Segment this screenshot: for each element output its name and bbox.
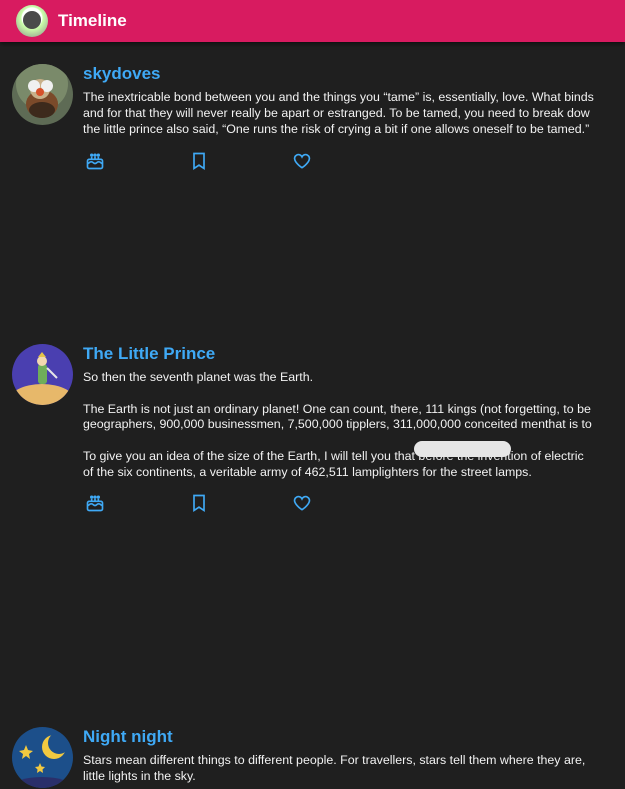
cake-icon: [86, 495, 104, 512]
post-actions: [83, 491, 383, 515]
cake-button[interactable]: [83, 149, 107, 173]
post-author[interactable]: Night night: [83, 727, 625, 747]
post-paragraph: To give you an idea of the size of the E…: [83, 448, 584, 479]
floating-action-pill[interactable]: [414, 441, 511, 457]
profile-avatar[interactable]: [16, 5, 48, 37]
post-body: Stars mean different things to different…: [83, 753, 625, 785]
timeline-feed: skydoves The inextricable bond between y…: [0, 42, 625, 788]
post-actions: [83, 149, 383, 173]
author-avatar[interactable]: [12, 64, 73, 125]
author-avatar[interactable]: [12, 727, 73, 788]
page-title: Timeline: [58, 11, 127, 30]
cake-button[interactable]: [83, 491, 107, 515]
little-prince-avatar-icon: [12, 344, 73, 405]
post-card[interactable]: Night night Stars mean different things …: [0, 726, 625, 789]
post-author[interactable]: The Little Prince: [83, 344, 625, 364]
post-content: The Little Prince So then the seventh pl…: [83, 344, 625, 481]
post-body: So then the seventh planet was the Earth…: [83, 370, 625, 481]
author-avatar[interactable]: [12, 344, 73, 405]
post-paragraph: Stars mean different things to different…: [83, 753, 586, 783]
bookmark-button[interactable]: [187, 149, 211, 173]
post-paragraph: The Earth is not just an ordinary planet…: [83, 401, 592, 432]
heart-icon: [293, 153, 311, 169]
cake-icon: [86, 153, 104, 170]
bookmark-icon: [193, 152, 205, 171]
top-app-bar: Timeline: [0, 0, 625, 42]
duck-avatar-icon: [12, 64, 73, 125]
night-sky-avatar-icon: [12, 727, 73, 788]
bookmark-icon: [193, 494, 205, 513]
post-author[interactable]: skydoves: [83, 64, 625, 84]
post-card[interactable]: The Little Prince So then the seventh pl…: [0, 342, 625, 534]
like-button[interactable]: [290, 491, 314, 515]
post-content: skydoves The inextricable bond between y…: [83, 64, 625, 137]
bookmark-button[interactable]: [187, 491, 211, 515]
heart-icon: [293, 495, 311, 511]
post-content: Night night Stars mean different things …: [83, 727, 625, 785]
post-card[interactable]: skydoves The inextricable bond between y…: [0, 42, 625, 192]
post-paragraph: So then the seventh planet was the Earth…: [83, 370, 314, 384]
like-button[interactable]: [290, 149, 314, 173]
post-paragraph: The inextricable bond between you and th…: [83, 90, 594, 136]
post-body: The inextricable bond between you and th…: [83, 90, 625, 137]
